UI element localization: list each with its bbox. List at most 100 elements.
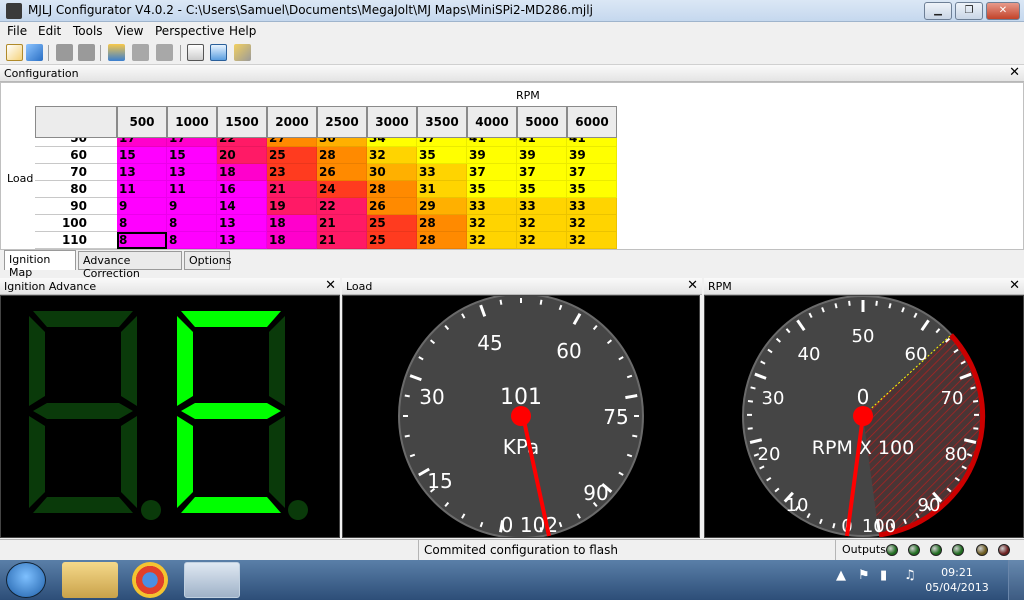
- new-icon[interactable]: [6, 44, 23, 61]
- map-cell[interactable]: 13: [167, 164, 217, 181]
- map-cell[interactable]: 20: [217, 147, 267, 164]
- windows-explorer-icon[interactable]: [62, 562, 118, 598]
- map-cell[interactable]: 33: [517, 198, 567, 215]
- map-cell[interactable]: 33: [567, 198, 617, 215]
- tools-icon[interactable]: [234, 44, 251, 61]
- chart-icon[interactable]: [210, 44, 227, 61]
- config-tabs: Ignition Map Advance Correction Options: [0, 250, 1024, 280]
- map-cell[interactable]: 19: [267, 198, 317, 215]
- close-icon[interactable]: ✕: [1009, 278, 1020, 293]
- map-cell[interactable]: 21: [317, 232, 367, 249]
- map-cell[interactable]: 13: [117, 164, 167, 181]
- map-cell[interactable]: 39: [567, 147, 617, 164]
- map-cell[interactable]: 37: [517, 164, 567, 181]
- map-cell[interactable]: 32: [367, 147, 417, 164]
- chrome-icon[interactable]: [132, 562, 168, 598]
- map-cell[interactable]: 24: [317, 181, 367, 198]
- clock[interactable]: 09:21 05/04/2013: [925, 565, 989, 595]
- save-as-icon[interactable]: [78, 44, 95, 61]
- tab-advance-correction[interactable]: Advance Correction: [78, 251, 182, 280]
- output-led: [976, 544, 988, 556]
- map-cell[interactable]: 14: [217, 198, 267, 215]
- map-cell[interactable]: 11: [167, 181, 217, 198]
- menu-tools[interactable]: Tools: [73, 24, 103, 38]
- map-cell[interactable]: 18: [267, 232, 317, 249]
- map-cell[interactable]: 28: [367, 181, 417, 198]
- map-cell[interactable]: 28: [417, 215, 467, 232]
- menu-help[interactable]: Help: [229, 24, 256, 38]
- tab-ignition-map[interactable]: Ignition Map: [4, 250, 76, 279]
- map-cell[interactable]: 31: [417, 181, 467, 198]
- map-cell[interactable]: 25: [267, 147, 317, 164]
- write-flash-icon[interactable]: [156, 44, 173, 61]
- map-cell[interactable]: 15: [117, 147, 167, 164]
- rpm-tick-label-20: 20: [758, 444, 781, 465]
- map-cell[interactable]: 37: [567, 164, 617, 181]
- map-cell[interactable]: 33: [467, 198, 517, 215]
- map-cell[interactable]: 39: [467, 147, 517, 164]
- tab-options[interactable]: Options: [184, 251, 231, 270]
- map-cell[interactable]: 26: [317, 164, 367, 181]
- minimize-button[interactable]: ▁: [924, 2, 952, 20]
- map-cell[interactable]: 32: [567, 232, 617, 249]
- configure-icon[interactable]: [187, 44, 204, 61]
- map-cell[interactable]: 13: [217, 232, 267, 249]
- start-button[interactable]: [6, 562, 46, 598]
- map-cell[interactable]: 23: [267, 164, 317, 181]
- map-cell[interactable]: 18: [217, 164, 267, 181]
- map-cell[interactable]: 37: [467, 164, 517, 181]
- map-cell[interactable]: 32: [467, 215, 517, 232]
- mjlj-configurator-icon[interactable]: [184, 562, 240, 598]
- upload-icon[interactable]: [108, 44, 125, 61]
- map-cell[interactable]: 29: [417, 198, 467, 215]
- map-cell[interactable]: 22: [317, 198, 367, 215]
- menu-file[interactable]: File: [7, 24, 27, 38]
- map-cell[interactable]: 11: [117, 181, 167, 198]
- map-cell[interactable]: 21: [267, 181, 317, 198]
- map-cell[interactable]: 26: [367, 198, 417, 215]
- map-cell[interactable]: 25: [367, 232, 417, 249]
- map-cell[interactable]: 9: [167, 198, 217, 215]
- map-cell[interactable]: 35: [417, 147, 467, 164]
- map-cell[interactable]: 8: [167, 215, 217, 232]
- close-button[interactable]: ✕: [986, 2, 1020, 20]
- map-cell[interactable]: 13: [217, 215, 267, 232]
- map-cell[interactable]: 16: [217, 181, 267, 198]
- map-cell[interactable]: 25: [367, 215, 417, 232]
- map-cell[interactable]: 35: [567, 181, 617, 198]
- map-cell[interactable]: 35: [467, 181, 517, 198]
- network-icon[interactable]: ▮: [880, 568, 887, 583]
- menu-view[interactable]: View: [115, 24, 143, 38]
- ignition-map-table: 50 17 17 22 27 30 34 37 41 41 41 60 15 15 20 25 28 32 35 39…: [35, 106, 619, 249]
- save-icon[interactable]: [56, 44, 73, 61]
- map-cell[interactable]: 15: [167, 147, 217, 164]
- map-cell[interactable]: 8: [167, 232, 217, 249]
- download-icon[interactable]: [132, 44, 149, 61]
- map-cell[interactable]: 32: [467, 232, 517, 249]
- map-cell[interactable]: 32: [517, 232, 567, 249]
- map-cell[interactable]: 18: [267, 215, 317, 232]
- map-cell[interactable]: 32: [567, 215, 617, 232]
- open-icon[interactable]: [26, 44, 43, 61]
- close-icon[interactable]: ✕: [687, 278, 698, 293]
- show-desktop-button[interactable]: [1008, 560, 1024, 600]
- map-cell[interactable]: 35: [517, 181, 567, 198]
- maximize-button[interactable]: ❐: [955, 2, 983, 20]
- map-cell[interactable]: 30: [367, 164, 417, 181]
- map-cell[interactable]: 28: [417, 232, 467, 249]
- volume-icon[interactable]: ♫: [904, 568, 916, 583]
- map-cell[interactable]: 32: [517, 215, 567, 232]
- map-cell[interactable]: 21: [317, 215, 367, 232]
- action-center-icon[interactable]: ⚑: [858, 568, 870, 583]
- close-icon[interactable]: ✕: [325, 278, 336, 293]
- map-cell[interactable]: 8: [117, 215, 167, 232]
- show-hidden-icons-icon[interactable]: ▲: [836, 568, 846, 583]
- map-cell[interactable]: 9: [117, 198, 167, 215]
- menu-perspective[interactable]: Perspective: [155, 24, 225, 38]
- map-cell[interactable]: 39: [517, 147, 567, 164]
- map-cell[interactable]: 33: [417, 164, 467, 181]
- map-cell[interactable]: 28: [317, 147, 367, 164]
- map-cell[interactable]: 8: [117, 232, 167, 249]
- close-icon[interactable]: ✕: [1009, 65, 1020, 80]
- menu-edit[interactable]: Edit: [38, 24, 61, 38]
